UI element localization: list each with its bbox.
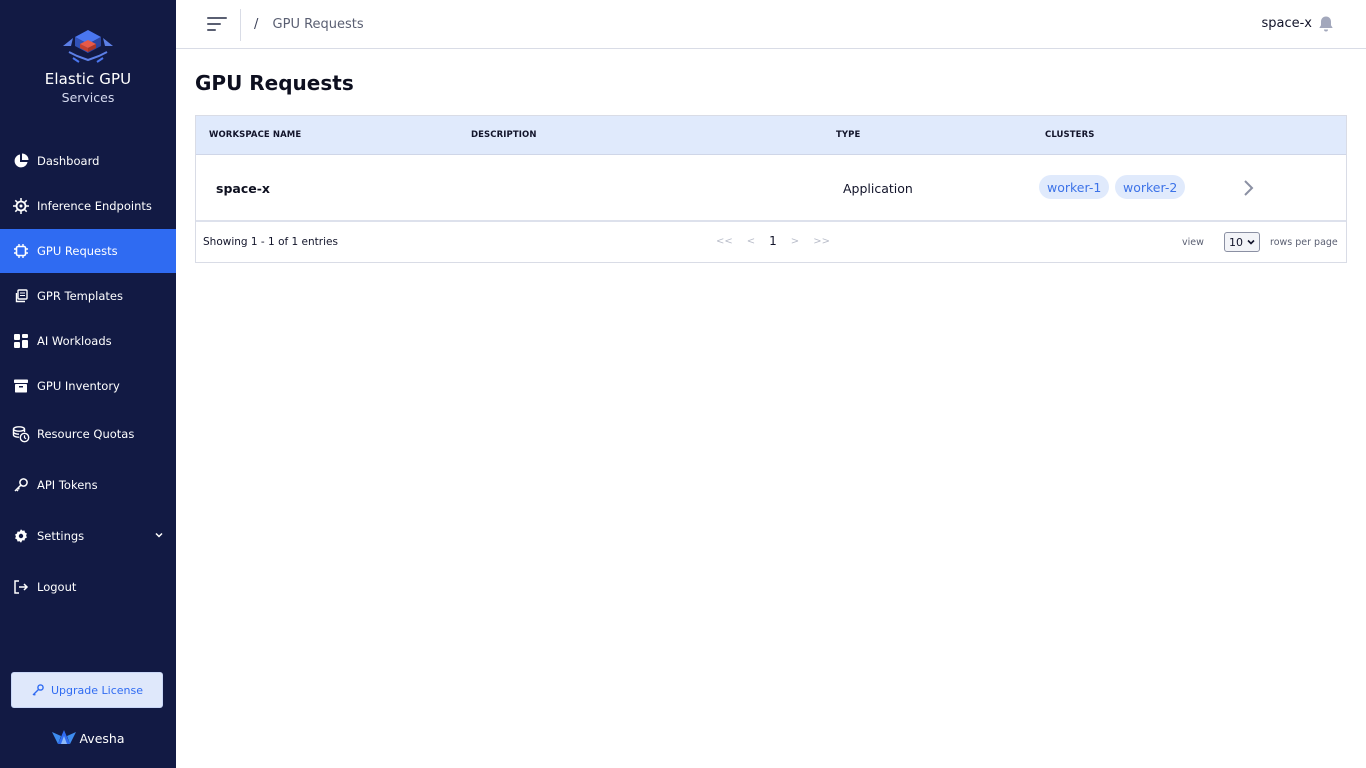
sidebar-item-label: Settings <box>37 529 85 543</box>
settings-icon <box>12 527 30 545</box>
pagination: << < 1 > >> <box>716 234 844 248</box>
workspace-name-cell: space-x <box>216 181 270 196</box>
sidebar-item-dashboard[interactable]: Dashboard <box>0 139 176 183</box>
chevron-right-icon[interactable] <box>1241 179 1255 201</box>
brand-title: Elastic GPU <box>44 70 132 88</box>
type-cell: Application <box>843 181 913 196</box>
breadcrumb-current[interactable]: GPU Requests <box>273 17 364 32</box>
sidebar-item-resource-quotas[interactable]: Resource Quotas <box>0 412 176 456</box>
sidebar: Elastic GPU Services Dashboard Inference… <box>0 0 176 768</box>
cluster-chip: worker-1 <box>1039 175 1110 199</box>
rows-per-page-label: rows per page <box>1270 237 1338 248</box>
rows-per-page-select[interactable]: 10 <box>1224 232 1260 252</box>
breadcrumb: / GPU Requests <box>254 17 364 32</box>
gear-chip-icon <box>12 197 30 215</box>
sidebar-item-label: AI Workloads <box>37 334 112 348</box>
sidebar-item-label: GPU Inventory <box>37 379 120 393</box>
next-page-button[interactable]: > <box>791 236 799 247</box>
page-title: GPU Requests <box>195 71 354 95</box>
table-row[interactable]: space-x Application worker-1 worker-2 <box>196 155 1346 222</box>
sidebar-item-label: Inference Endpoints <box>37 199 152 213</box>
copy-icon <box>12 287 30 305</box>
sidebar-item-inference-endpoints[interactable]: Inference Endpoints <box>0 184 176 228</box>
chevron-down-icon <box>154 529 164 543</box>
menu-toggle-icon[interactable] <box>206 15 228 33</box>
sidebar-item-label: Resource Quotas <box>37 427 135 441</box>
sidebar-item-label: GPR Templates <box>37 289 123 303</box>
widgets-icon <box>12 332 30 350</box>
avesha-label: Avesha <box>79 730 125 746</box>
avesha-brand: Avesha <box>0 728 176 748</box>
breadcrumb-separator: / <box>254 17 259 32</box>
bell-icon[interactable] <box>1318 15 1334 37</box>
top-bar: / GPU Requests space-x <box>176 0 1366 49</box>
sidebar-item-logout[interactable]: Logout <box>0 565 176 609</box>
key-icon <box>12 476 30 494</box>
sidebar-item-label: Dashboard <box>37 154 100 168</box>
key-icon <box>31 683 45 697</box>
sidebar-item-settings[interactable]: Settings <box>0 514 176 558</box>
avesha-logo <box>52 730 77 744</box>
pie-chart-icon <box>12 152 30 170</box>
gpu-requests-table: WORKSPACE NAME DESCRIPTION TYPE CLUSTERS… <box>195 115 1347 263</box>
last-page-button[interactable]: >> <box>813 236 830 247</box>
sidebar-item-gpu-requests[interactable]: GPU Requests <box>0 229 176 273</box>
elastic-gpu-logo <box>63 30 113 63</box>
upgrade-license-label: Upgrade License <box>51 683 143 697</box>
sidebar-item-label: Logout <box>37 580 77 594</box>
user-name[interactable]: space-x <box>1261 16 1312 31</box>
column-header-description: DESCRIPTION <box>471 130 537 140</box>
upgrade-license-button[interactable]: Upgrade License <box>11 672 163 708</box>
logout-icon <box>12 578 30 596</box>
sidebar-item-gpu-inventory[interactable]: GPU Inventory <box>0 364 176 408</box>
sidebar-item-label: GPU Requests <box>37 244 118 258</box>
chip-icon <box>12 242 30 260</box>
cluster-chip: worker-2 <box>1115 175 1186 199</box>
archive-icon <box>12 377 30 395</box>
first-page-button[interactable]: << <box>716 236 733 247</box>
sidebar-item-ai-workloads[interactable]: AI Workloads <box>0 319 176 363</box>
chevron-down-icon <box>1246 237 1256 250</box>
column-header-type: TYPE <box>836 130 861 140</box>
sidebar-item-gpr-templates[interactable]: GPR Templates <box>0 274 176 318</box>
header-divider <box>240 9 241 41</box>
sidebar-item-label: API Tokens <box>37 478 98 492</box>
table-footer: Showing 1 - 1 of 1 entries << < 1 > >> v… <box>196 224 1346 262</box>
entries-count: Showing 1 - 1 of 1 entries <box>203 236 338 248</box>
view-label: view <box>1182 237 1204 248</box>
brand-subtitle: Services <box>61 90 115 105</box>
table-header: WORKSPACE NAME DESCRIPTION TYPE CLUSTERS <box>196 116 1346 155</box>
coins-clock-icon <box>12 425 30 443</box>
rows-per-page-value: 10 <box>1229 235 1243 249</box>
column-header-workspace: WORKSPACE NAME <box>209 130 302 140</box>
column-header-clusters: CLUSTERS <box>1045 130 1095 140</box>
brand: Elastic GPU Services <box>0 26 176 105</box>
current-page[interactable]: 1 <box>769 234 777 248</box>
prev-page-button[interactable]: < <box>747 236 755 247</box>
sidebar-item-api-tokens[interactable]: API Tokens <box>0 463 176 507</box>
